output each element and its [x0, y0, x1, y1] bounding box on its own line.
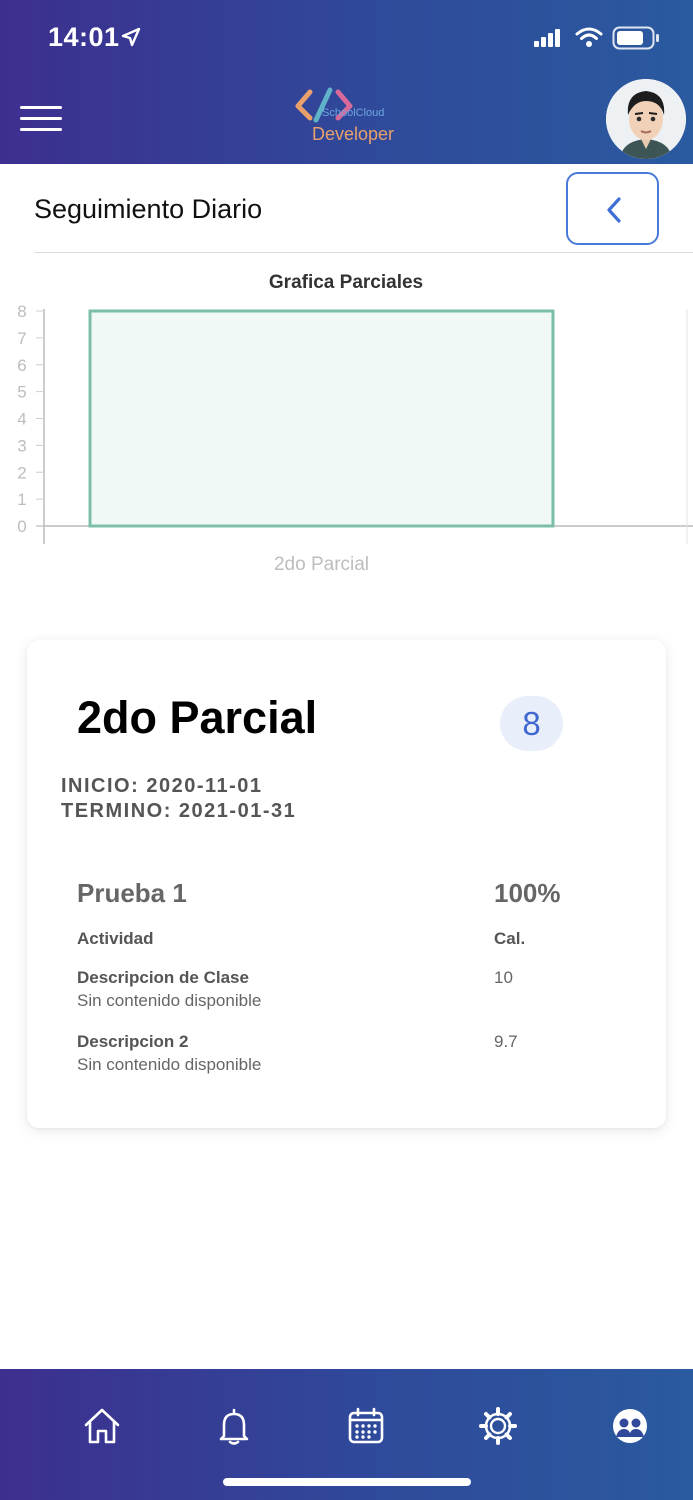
app-header: 14:01 SchoolCloud Developer: [0, 0, 693, 164]
card-title: 2do Parcial: [77, 692, 318, 743]
status-time: 14:01: [48, 22, 120, 52]
avatar[interactable]: [606, 79, 686, 159]
settings-icon[interactable]: [478, 1406, 518, 1446]
chevron-left-icon: [607, 197, 621, 223]
y-tick-label: 0: [17, 517, 26, 536]
activity-row: Descripcion 2 Sin contenido disponible 9…: [77, 1032, 637, 1082]
menu-line: [20, 128, 62, 131]
users-icon[interactable]: [610, 1406, 650, 1446]
activity-score: 10: [494, 968, 513, 987]
activity-description: Sin contenido disponible: [77, 991, 262, 1010]
bottom-tab-bar: [0, 1369, 693, 1500]
activity-description: Sin contenido disponible: [77, 1055, 262, 1074]
y-tick-label: 6: [17, 356, 26, 375]
y-tick-label: 1: [17, 490, 26, 509]
bell-icon[interactable]: [214, 1406, 254, 1446]
back-button[interactable]: [566, 172, 659, 245]
y-tick-label: 2: [17, 463, 26, 482]
logo-small-text: SchoolCloud: [322, 107, 385, 119]
chart-title: Grafica Parciales: [269, 272, 423, 293]
calendar-icon[interactable]: [346, 1406, 386, 1446]
y-tick-label: 3: [17, 436, 26, 455]
y-tick-label: 7: [17, 329, 26, 348]
grade-badge: 8: [500, 696, 563, 751]
menu-line: [20, 106, 62, 109]
battery-icon: [612, 26, 659, 50]
y-tick-label: 4: [17, 410, 26, 429]
end-date: TERMINO: 2021-01-31: [61, 800, 297, 822]
section-name: Prueba 1: [77, 878, 187, 908]
bars: [88, 309, 555, 528]
menu-line: [20, 117, 62, 120]
cellular-signal-icon: [534, 29, 560, 47]
chart-bar: [88, 309, 555, 528]
title-divider: [34, 252, 693, 253]
home-indicator: [223, 1478, 471, 1486]
wifi-icon: [575, 27, 603, 47]
y-tick-label: 5: [17, 383, 26, 402]
home-icon[interactable]: [82, 1406, 122, 1446]
activity-score: 9.7: [494, 1032, 518, 1051]
page-title: Seguimiento Diario: [34, 194, 263, 224]
parcial-card: 2do Parcial 8 INICIO: 2020-11-01 TERMINO…: [27, 640, 666, 1128]
section-percent: 100%: [494, 878, 561, 908]
bar-chart: Grafica Parciales 0 1 2 3 4 5 6 7 8 2do Parcial: [17, 272, 693, 575]
activity-row: Descripcion de Clase Sin contenido dispo…: [77, 968, 637, 1018]
column-header-activity: Actividad: [77, 929, 154, 948]
app-logo: SchoolCloud Developer: [294, 86, 404, 152]
y-tick-label: 8: [17, 302, 26, 321]
y-ticks: 0 1 2 3 4 5 6 7 8: [17, 302, 44, 536]
activity-name: Descripcion de Clase: [77, 968, 249, 987]
x-tick-label: 2do Parcial: [274, 554, 369, 575]
activity-name: Descripcion 2: [77, 1032, 189, 1051]
code-brackets-icon: [295, 87, 353, 123]
column-header-grade: Cal.: [494, 929, 526, 948]
menu-button[interactable]: [20, 106, 62, 134]
logo-big-text: Developer: [312, 124, 395, 144]
x-labels: 2do Parcial: [274, 554, 369, 575]
start-date: INICIO: 2020-11-01: [61, 775, 263, 797]
user-avatar-icon: [606, 79, 686, 159]
location-arrow-icon: [121, 27, 141, 47]
